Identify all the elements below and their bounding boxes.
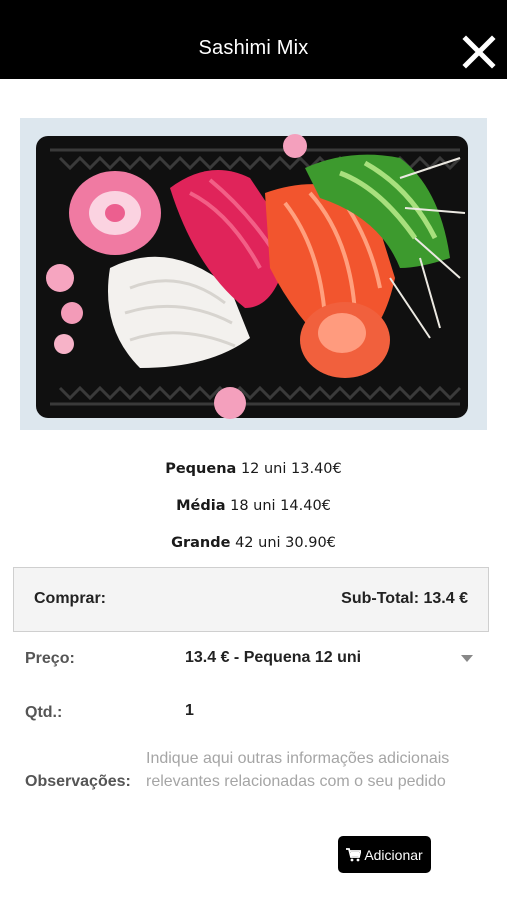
obs-label: Observações:	[25, 773, 131, 790]
size-name: Média	[176, 498, 226, 514]
size-detail: 42 uni 30.90€	[235, 535, 336, 551]
app-header: Sashimi Mix	[0, 0, 507, 79]
size-list: Pequena 12 uni 13.40€ Média 18 uni 14.40…	[0, 458, 507, 569]
price-select[interactable]: 13.4 € - Pequena 12 uni	[185, 646, 477, 672]
buy-bar: Comprar: Sub-Total: 13.4 €	[13, 567, 489, 632]
cart-icon	[346, 847, 362, 861]
size-detail: 12 uni 13.40€	[240, 461, 342, 477]
observations-field[interactable]	[140, 743, 485, 821]
qty-label: Qtd.:	[25, 704, 63, 721]
price-label: Preço:	[25, 650, 75, 667]
qty-input[interactable]	[180, 697, 300, 725]
chevron-down-icon	[461, 655, 473, 662]
buy-label: Comprar:	[34, 590, 107, 607]
add-button-label: Adicionar	[364, 846, 423, 863]
size-name: Pequena	[165, 461, 237, 477]
size-row-media: Média 18 uni 14.40€	[0, 495, 507, 532]
page-title: Sashimi Mix	[198, 37, 309, 59]
product-image	[20, 118, 487, 430]
close-icon[interactable]	[462, 35, 496, 69]
size-name: Grande	[171, 535, 231, 551]
subtotal-label: Sub-Total: 13.4 €	[341, 590, 468, 607]
add-to-cart-button[interactable]: Adicionar	[338, 836, 431, 873]
price-select-value: 13.4 € - Pequena 12 uni	[185, 649, 362, 666]
size-row-grande: Grande 42 uni 30.90€	[0, 532, 507, 569]
size-row-pequena: Pequena 12 uni 13.40€	[0, 458, 507, 495]
size-detail: 18 uni 14.40€	[230, 498, 331, 514]
